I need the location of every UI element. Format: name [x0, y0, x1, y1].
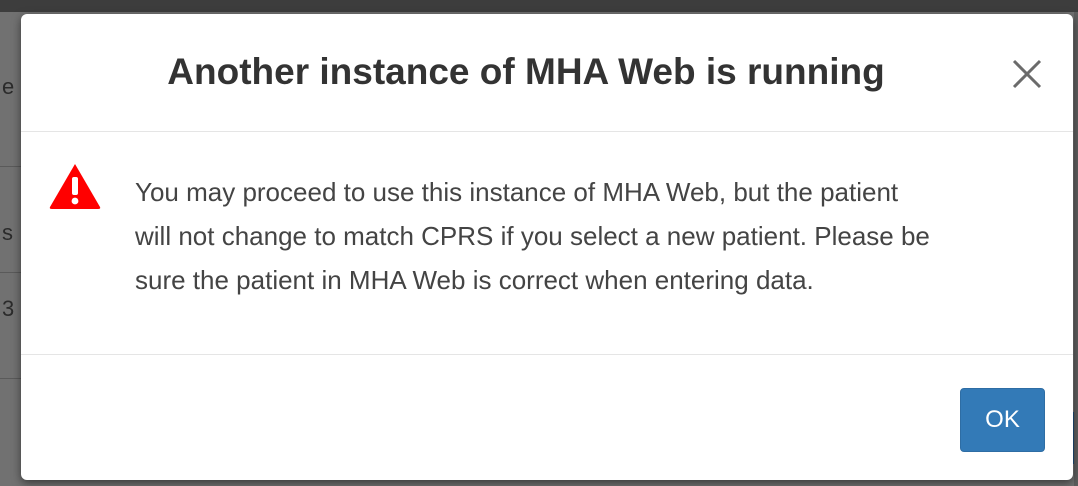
- background-top-bar: [0, 0, 1078, 12]
- warning-triangle-icon: [49, 164, 101, 209]
- modal-footer: OK: [21, 355, 1073, 480]
- close-icon: [1012, 59, 1042, 89]
- background-text-fragment: e: [2, 74, 15, 99]
- modal-title: Another instance of MHA Web is running: [167, 51, 885, 92]
- close-button[interactable]: [1007, 54, 1047, 94]
- background-divider: [0, 166, 22, 167]
- ok-button[interactable]: OK: [960, 388, 1045, 452]
- warning-message: You may proceed to use this instance of …: [135, 170, 1065, 302]
- message-line: will not change to match CPRS if you sel…: [135, 221, 930, 251]
- background-divider: [0, 378, 22, 379]
- background-text-fragment: s: [2, 220, 13, 245]
- background-divider: [0, 272, 22, 273]
- modal-dialog: Another instance of MHA Web is running O…: [21, 14, 1073, 480]
- modal-header: Another instance of MHA Web is running: [21, 14, 1073, 132]
- message-line: sure the patient in MHA Web is correct w…: [135, 265, 814, 295]
- background-edge: [1074, 12, 1078, 486]
- message-line: You may proceed to use this instance of …: [135, 177, 899, 207]
- background-text-fragment: 3: [2, 296, 15, 321]
